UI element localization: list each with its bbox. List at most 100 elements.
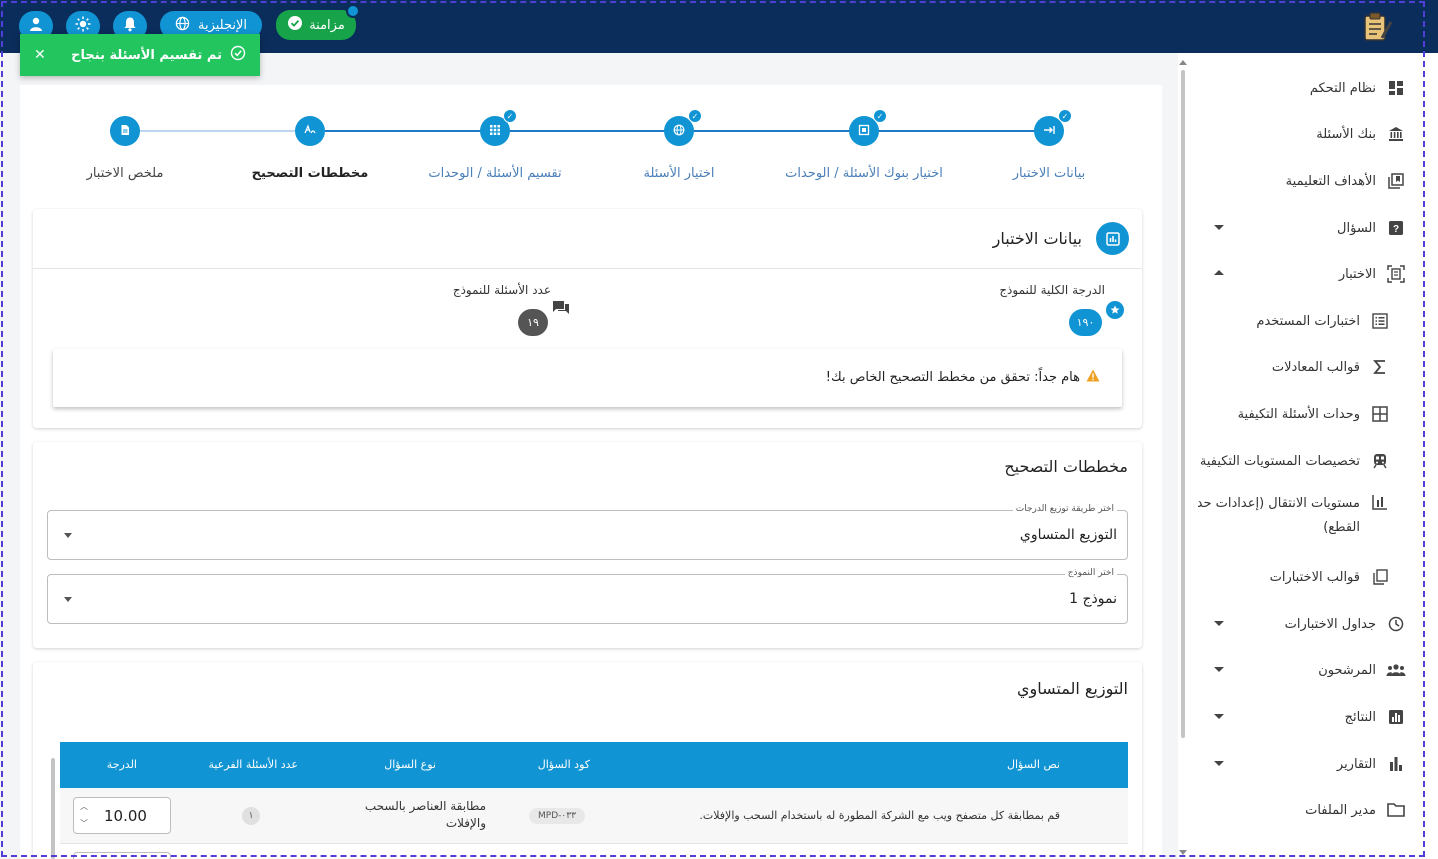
col-question-code[interactable]: كود السؤال [538,758,590,771]
step-label-summary[interactable]: ملخص الاختبار [87,166,164,181]
chevron-up-icon[interactable] [1214,270,1224,275]
sync-status-dot [346,4,360,18]
sidebar-item-label: السؤال [1337,220,1376,236]
sub-count-chip: ١ [242,807,260,825]
table-scrollbar[interactable] [51,758,55,859]
step-label-divide[interactable]: تقسيم الأسئلة / الوحدات [428,166,561,181]
grading-title: مخططات التصحيح [1004,457,1128,476]
star-icon [1106,301,1124,319]
sidebar-item-label: نظام التحكم [1309,80,1376,96]
folder-icon [1386,800,1406,820]
bell-icon [122,16,138,36]
model-select[interactable]: اختر النموذج نموذج 1 [47,568,1128,624]
distribution-title: التوزيع المتساوي [1017,679,1128,698]
sidebar-item-label: المرشحون [1318,662,1376,678]
question-count-badge: ١٩ [518,309,548,336]
distribution-method-select[interactable]: اختر طريقة توزيع الدرجات التوزيع المتساو… [47,504,1128,560]
app-logo-icon[interactable] [1360,10,1394,44]
sidebar-item-adaptive-levels[interactable]: تخصيصات المستويات التكيفية [1200,446,1390,476]
question-count-label: عدد الأسئلة للنموذج [452,283,551,297]
globe-icon [673,124,685,139]
grade-input-next[interactable] [73,852,171,859]
language-label: الإنجليزية [197,17,248,33]
question-type-line1: مطابقة العناصر بالسحب [364,799,486,813]
chevron-down-icon[interactable] [1214,761,1224,766]
step-summary[interactable] [110,116,140,146]
grade-input[interactable]: ︿ ﹀ 10.00 [73,797,171,834]
chevron-down-icon [64,533,72,538]
total-grade-badge: ١٩٠ [1069,309,1102,336]
sidebar: نظام التحكم بنك الأسئلة الأهداف التعليمي… [1190,60,1420,859]
sidebar-item-dashboard[interactable]: نظام التحكم [1310,73,1406,103]
login-arrow-icon [1043,124,1055,139]
chevron-down-icon[interactable] [1214,225,1224,230]
sidebar-item-adaptive-units[interactable]: وحدات الأسئلة التكيفية [1238,399,1390,429]
decrement-icon[interactable]: ﹀ [80,818,88,829]
user-icon [28,16,44,36]
exam-icon [1386,264,1406,284]
sidebar-item-exam-templates[interactable]: قوالب الاختبارات [1270,562,1390,592]
col-question-text[interactable]: نص السؤال [1007,758,1060,771]
col-sub-count[interactable]: عدد الأسئلة الفرعية [209,758,298,771]
copy-icon [1370,567,1390,587]
sidebar-item-question-bank[interactable]: بنك الأسئلة [1316,119,1406,149]
sidebar-item-file-manager[interactable]: مدير الملفات [1305,795,1406,825]
step-label-grading[interactable]: مخططات التصحيح [252,166,369,181]
step-grading[interactable] [295,116,325,146]
people-icon [1386,660,1406,680]
content-scrollbar-thumb[interactable] [1181,70,1185,738]
sidebar-item-label-wrap: مستويات الانتقال (إعدادات حد القطع) [1198,492,1360,540]
sidebar-item-exam-schedules[interactable]: جداول الاختبارات [1285,609,1406,639]
document-icon [119,124,131,139]
sidebar-item-objectives[interactable]: الأهداف التعليمية [1286,166,1406,196]
increment-icon[interactable]: ︿ [80,801,88,812]
step-label-exam-data[interactable]: بيانات الاختبار [1013,166,1086,181]
bank-select-icon [858,124,870,139]
sidebar-item-label: التقارير [1336,756,1376,772]
check-circle-outline-icon [230,45,246,65]
sidebar-item-question[interactable]: ? السؤال [1337,213,1406,243]
grid-icon [1370,404,1390,424]
scroll-up-icon[interactable] [1179,60,1187,65]
sidebar-item-label: بنك الأسئلة [1316,126,1376,142]
scroll-down-icon[interactable] [1179,850,1187,855]
sync-button[interactable]: مزامنة [276,10,356,40]
sidebar-item-reports[interactable]: التقارير [1337,749,1406,779]
step-label-questions[interactable]: اختيار الأسئلة [644,166,715,181]
grade-value: 10.00 [104,807,147,825]
sidebar-item-exam[interactable]: الاختبار [1339,259,1406,289]
warning-row: هام جداً: تحقق من مخطط التصحيح الخاص بك! [826,369,1100,386]
sidebar-item-label: مستويات الانتقال (إعدادات حد [1198,496,1360,511]
sidebar-item-label: جداول الاختبارات [1284,616,1376,632]
chevron-down-icon[interactable] [1214,621,1224,626]
sidebar-item-label: تخصيصات المستويات التكيفية [1199,453,1360,469]
sidebar-item-label-line2: القطع) [1323,520,1360,535]
model-value: نموذج 1 [1069,591,1117,607]
distribution-method-legend: اختر طريقة توزيع الدرجات [1012,504,1117,514]
toast-message: تم تقسيم الأسئلة بنجاح [71,47,222,63]
warning-box: هام جداً: تحقق من مخطط التصحيح الخاص بك! [53,349,1122,407]
sidebar-item-results[interactable]: النتائج [1345,702,1406,732]
distribution-method-value: التوزيع المتساوي [1019,527,1117,543]
step-label-banks[interactable]: اختيار بنوك الأسئلة / الوحدات [785,166,943,181]
col-grade[interactable]: الدرجة [107,758,137,771]
sidebar-item-cutoff-levels[interactable]: مستويات الانتقال (إعدادات حد القطع) [1198,492,1390,544]
sidebar-item-label: النتائج [1344,709,1376,725]
col-question-type[interactable]: نوع السؤال [384,758,436,771]
chevron-down-icon[interactable] [1214,714,1224,719]
check-circle-icon [287,15,303,35]
sidebar-item-equation-templates[interactable]: قوالب المعادلات [1272,352,1390,382]
step-check-icon: ✓ [1058,109,1072,123]
question-code-chip: MPD-٠٣٣ [529,808,585,824]
sigma-icon [1370,357,1390,377]
success-toast: ✕ تم تقسيم الأسئلة بنجاح [20,34,260,76]
chevron-down-icon[interactable] [1214,667,1224,672]
sidebar-item-candidates[interactable]: المرشحون [1318,655,1406,685]
chart-box-icon [1386,707,1406,727]
sidebar-item-label: الأهداف التعليمية [1285,173,1376,189]
toast-close-icon[interactable]: ✕ [34,47,46,63]
sidebar-item-user-exams[interactable]: اختبارات المستخدم [1256,306,1390,336]
sidebar-item-label: الاختبار [1338,266,1376,282]
list-icon [1370,311,1390,331]
question-icon: ? [1386,218,1406,238]
